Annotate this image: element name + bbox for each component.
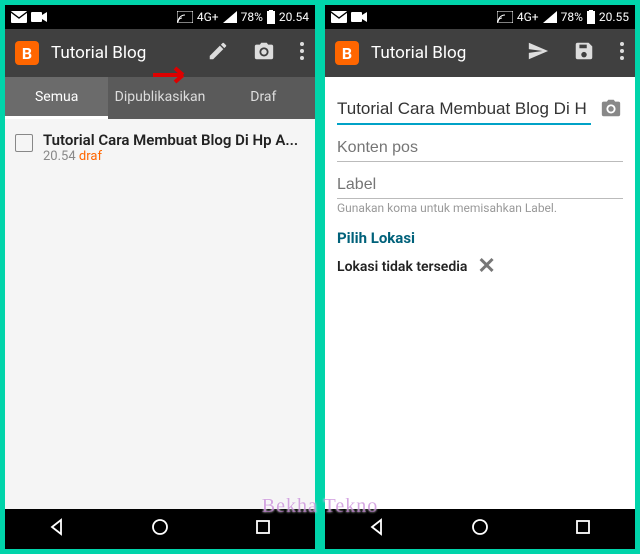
overflow-menu-button[interactable] [619, 41, 625, 65]
status-bar: 4G+ 78% 20.55 [325, 5, 635, 29]
post-label-input[interactable] [337, 170, 623, 199]
label-hint: Gunakan koma untuk memisahkan Label. [337, 201, 623, 215]
nav-home-button[interactable] [470, 517, 490, 541]
nav-home-button[interactable] [150, 517, 170, 541]
cast-icon [497, 11, 513, 23]
location-heading[interactable]: Pilih Lokasi [337, 229, 623, 247]
tab-draft[interactable]: Draf [212, 77, 315, 119]
video-icon [351, 11, 367, 23]
signal-icon [543, 11, 557, 23]
network-label: 4G+ [517, 10, 539, 24]
insert-photo-button[interactable] [599, 97, 623, 123]
mail-icon [331, 11, 347, 23]
signal-icon [223, 11, 237, 23]
location-status: Lokasi tidak tersedia [337, 259, 467, 275]
post-title-input[interactable] [337, 95, 591, 125]
video-icon [31, 11, 47, 23]
compose-button[interactable] [207, 40, 229, 66]
battery-icon [267, 10, 275, 24]
save-button[interactable] [573, 40, 595, 66]
network-label: 4G+ [197, 10, 219, 24]
mail-icon [11, 11, 27, 23]
tabs: Semua Dipublikasikan Draf [5, 77, 315, 119]
post-checkbox[interactable] [15, 134, 33, 152]
post-status: draf [79, 149, 102, 164]
nav-back-button[interactable] [47, 517, 67, 541]
screen-post-list: 4G+ 78% 20.54 B Tutorial Blog Semua Dipu… [5, 5, 315, 549]
screen-editor: 4G+ 78% 20.55 B Tutorial Blog [325, 5, 635, 549]
post-list: Tutorial Cara Membuat Blog Di Hp A... 20… [5, 119, 315, 509]
tab-published[interactable]: Dipublikasikan [108, 77, 211, 119]
battery-icon [587, 10, 595, 24]
battery-label: 78% [241, 10, 263, 24]
app-bar: B Tutorial Blog [5, 29, 315, 77]
post-meta: 20.54 draf [43, 149, 298, 164]
nav-recent-button[interactable] [573, 517, 593, 541]
post-title: Tutorial Cara Membuat Blog Di Hp A... [43, 131, 298, 149]
post-content-input[interactable] [337, 133, 623, 162]
nav-back-button[interactable] [367, 517, 387, 541]
cast-icon [177, 11, 193, 23]
nav-recent-button[interactable] [253, 517, 273, 541]
app-title: Tutorial Blog [51, 43, 146, 63]
tab-all[interactable]: Semua [5, 77, 108, 119]
clock-label: 20.54 [279, 10, 309, 24]
post-row[interactable]: Tutorial Cara Membuat Blog Di Hp A... 20… [13, 125, 307, 170]
status-bar: 4G+ 78% 20.54 [5, 5, 315, 29]
send-button[interactable] [527, 40, 549, 66]
app-title: Tutorial Blog [371, 43, 466, 63]
post-time: 20.54 [43, 149, 76, 164]
editor-form: Gunakan koma untuk memisahkan Label. Pil… [325, 77, 635, 509]
battery-label: 78% [561, 10, 583, 24]
clock-label: 20.55 [599, 10, 629, 24]
watermark: Bekha Tekno [262, 495, 378, 518]
clear-location-button[interactable]: ✕ [477, 260, 495, 274]
blogger-logo-icon: B [15, 41, 39, 65]
camera-button[interactable] [253, 40, 275, 66]
app-bar: B Tutorial Blog [325, 29, 635, 77]
blogger-logo-icon: B [335, 41, 359, 65]
overflow-menu-button[interactable] [299, 41, 305, 65]
